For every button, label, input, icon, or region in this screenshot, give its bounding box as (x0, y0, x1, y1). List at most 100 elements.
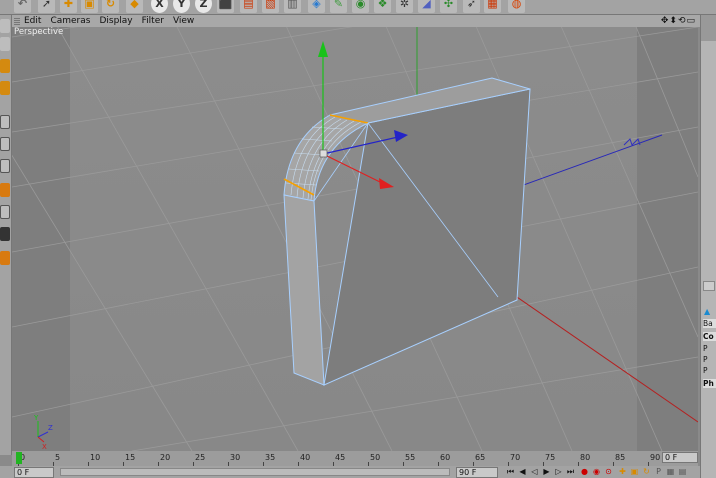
param-row-1[interactable]: P (703, 344, 708, 353)
axis-label-y: Y (33, 414, 39, 422)
rotate-icon[interactable]: ↻ (102, 0, 119, 13)
timeline-settings-icon[interactable]: ▤ (678, 467, 687, 477)
timeline-tick-label: 50 (370, 453, 381, 462)
param-row-2[interactable]: P (703, 355, 708, 364)
mode-icon[interactable] (0, 19, 10, 33)
timeline-tick-label: 15 (125, 453, 136, 462)
array-icon[interactable]: ❖ (374, 0, 391, 13)
timeline-ruler[interactable]: 0 5 10 15 20 25 30 35 40 45 50 55 60 65 70 75 80 85 90 (12, 451, 660, 466)
timeline-tick-label: 45 (335, 453, 346, 462)
timeline-tick-label: 85 (615, 453, 626, 462)
step-forward-icon[interactable]: ▷ (554, 467, 563, 477)
timeline-playhead[interactable] (16, 452, 22, 464)
main-toolbar: ↶ ➚ ✚ ▣ ↻ ◆ X Y Z ⬛ ▤ ▧ ▥ ◈ ✎ ◉ ❖ ✲ ◢ ✣ … (0, 0, 716, 15)
axis-mode-icon[interactable] (0, 183, 10, 197)
render-settings-icon[interactable]: ▥ (284, 0, 301, 13)
grid-icon[interactable]: ▦ (484, 0, 501, 13)
perspective-viewport[interactable]: Y Z X Perspective (12, 27, 698, 451)
nurbs-icon[interactable]: ◉ (352, 0, 369, 13)
key-position-icon[interactable]: ✚ (618, 467, 627, 477)
sculpt-icon[interactable] (0, 251, 10, 265)
y-axis-icon[interactable]: Y (173, 0, 190, 13)
viewport-canvas[interactable]: Y Z X (12, 27, 698, 451)
gizmo-center[interactable] (319, 149, 328, 158)
deformer-icon[interactable]: ✲ (396, 0, 413, 13)
menu-view[interactable]: View (173, 16, 194, 26)
timeline-tick-label: 5 (55, 453, 61, 462)
start-frame-field[interactable]: 0 F (14, 467, 54, 478)
cube-icon[interactable]: ◆ (126, 0, 143, 13)
z-axis-icon[interactable]: Z (195, 0, 212, 13)
model-mode-icon[interactable] (0, 37, 10, 51)
environment-icon[interactable]: ◍ (508, 0, 525, 13)
triangle-icon: ▲ (704, 307, 711, 316)
cube-primitive-icon[interactable]: ◈ (308, 0, 325, 13)
safe-frame-left (12, 27, 70, 451)
preview-range-slider[interactable] (60, 468, 450, 476)
go-to-end-icon[interactable]: ⏭ (566, 467, 575, 477)
go-to-start-icon[interactable]: ⏮ (506, 467, 515, 477)
panel-scroll-button[interactable] (703, 281, 715, 291)
timeline-tick-label: 35 (265, 453, 276, 462)
tweak-mode-icon[interactable] (0, 205, 10, 219)
left-toolbar (0, 15, 12, 455)
tab-coord[interactable]: Co (703, 332, 716, 341)
timeline-tick-label: 80 (580, 453, 591, 462)
play-icon[interactable]: ▶ (542, 467, 551, 477)
step-back-icon[interactable]: ◀ (518, 467, 527, 477)
undo-icon[interactable]: ↶ (14, 0, 31, 13)
snap-icon[interactable] (0, 227, 10, 241)
param-row-3[interactable]: P (703, 366, 708, 375)
camera-icon[interactable]: ✣ (440, 0, 457, 13)
grip-handle[interactable] (14, 17, 20, 25)
tab-basic[interactable]: Ba (703, 319, 716, 328)
tab-phong[interactable]: Ph (703, 379, 716, 388)
timeline[interactable]: 0 5 10 15 20 25 30 35 40 45 50 55 60 65 70 75 80 85 90 0 F (12, 451, 698, 466)
timeline-tick-label: 60 (440, 453, 451, 462)
key-scale-icon[interactable]: ▣ (630, 467, 639, 477)
object-mode-icon[interactable] (0, 59, 10, 73)
select-icon[interactable]: ➚ (38, 0, 55, 13)
timeline-tick-label: 55 (405, 453, 416, 462)
timeline-tick-label: 30 (230, 453, 241, 462)
axis-label-z: Z (48, 424, 53, 432)
timeline-tick-label: 20 (160, 453, 171, 462)
menu-display[interactable]: Display (99, 16, 132, 26)
menu-filter[interactable]: Filter (142, 16, 164, 26)
x-axis-icon[interactable]: X (151, 0, 168, 13)
timeline-tick-label: 90 (650, 453, 661, 462)
light-icon[interactable]: ➶ (463, 0, 480, 13)
scene-icon[interactable]: ◢ (418, 0, 435, 13)
record-icon[interactable]: ● (580, 467, 589, 477)
key-rotation-icon[interactable]: ↻ (642, 467, 651, 477)
viewport-menubar: Edit Cameras Display Filter View ✥⬍⟲▭ (12, 15, 700, 27)
keyframe-icon[interactable]: ⊙ (604, 467, 613, 477)
timeline-tick-label: 40 (300, 453, 311, 462)
key-param-icon[interactable]: P (654, 467, 663, 477)
scale-icon[interactable]: ▣ (81, 0, 98, 13)
current-frame-field[interactable]: 0 F (662, 452, 698, 463)
move-icon[interactable]: ✚ (60, 0, 77, 13)
texture-mode-icon[interactable] (0, 81, 10, 95)
edges-mode-icon[interactable] (0, 137, 10, 151)
end-frame-field[interactable]: 90 F (456, 467, 498, 478)
spline-icon[interactable]: ✎ (330, 0, 347, 13)
play-back-icon[interactable]: ◁ (530, 467, 539, 477)
menu-edit[interactable]: Edit (24, 16, 41, 26)
axis-label-x: X (42, 443, 47, 451)
safe-frame-right (637, 27, 698, 451)
panel-header (701, 15, 716, 41)
timeline-tick-label: 70 (510, 453, 521, 462)
render-view-icon[interactable]: ▤ (240, 0, 257, 13)
autokey-icon[interactable]: ◉ (592, 467, 601, 477)
timeline-tick-label: 75 (545, 453, 556, 462)
points-mode-icon[interactable] (0, 115, 10, 129)
render-picture-icon[interactable]: ▧ (262, 0, 279, 13)
viewport-nav-icons[interactable]: ✥⬍⟲▭ (661, 16, 696, 26)
menu-cameras[interactable]: Cameras (50, 16, 90, 26)
key-pla-icon[interactable]: ▦ (666, 467, 675, 477)
right-panel: ▲ Ba Co P P P Ph (700, 15, 716, 478)
viewport-label: Perspective (14, 27, 64, 37)
polygons-mode-icon[interactable] (0, 159, 10, 173)
world-icon[interactable]: ⬛ (217, 0, 234, 13)
